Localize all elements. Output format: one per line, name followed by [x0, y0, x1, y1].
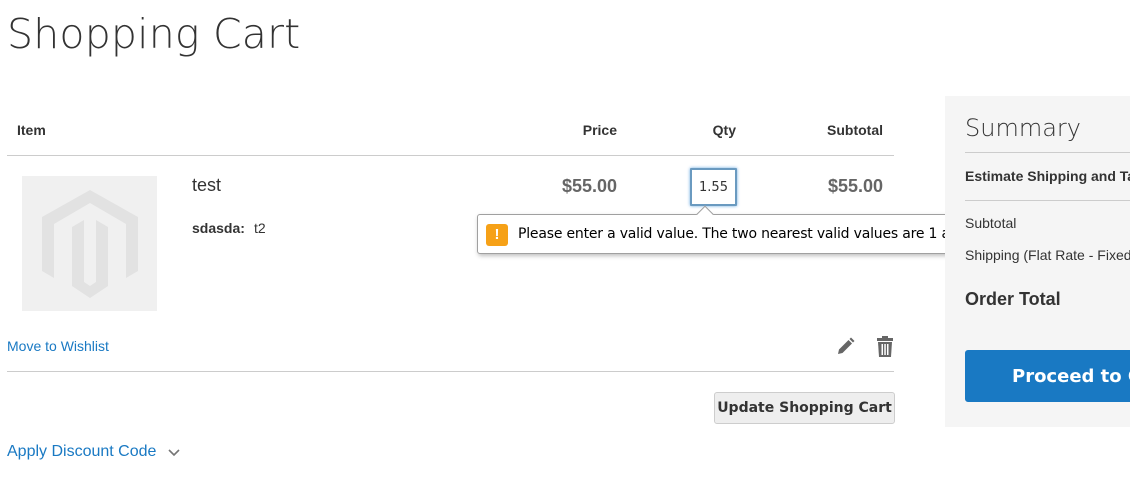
row-divider — [7, 371, 894, 372]
proceed-to-checkout-button[interactable]: Proceed to Ch — [965, 350, 1130, 402]
product-name-link[interactable]: test — [192, 175, 221, 196]
item-price: $55.00 — [561, 176, 617, 196]
header-divider — [7, 155, 894, 156]
magento-logo-icon — [41, 189, 138, 298]
order-summary: Summary Estimate Shipping and Ta Subtota… — [945, 96, 1130, 427]
summary-divider — [965, 152, 1130, 153]
product-option-value: t2 — [254, 220, 266, 236]
column-header-price: Price — [582, 122, 617, 138]
page-title: Shopping Cart — [7, 10, 301, 58]
product-option-label: sdasda: — [192, 220, 245, 236]
pencil-icon[interactable] — [835, 337, 855, 357]
summary-shipping-label: Shipping (Flat Rate - Fixed — [965, 247, 1130, 263]
trash-icon[interactable] — [876, 336, 894, 358]
summary-divider — [965, 200, 1130, 201]
move-to-wishlist-link[interactable]: Move to Wishlist — [7, 338, 109, 354]
order-total-label: Order Total — [965, 289, 1061, 309]
warning-icon: ! — [486, 224, 508, 246]
apply-discount-toggle[interactable]: Apply Discount Code — [7, 443, 180, 461]
chevron-down-icon — [168, 449, 180, 457]
qty-input[interactable] — [690, 168, 737, 206]
summary-subtotal-label: Subtotal — [965, 215, 1017, 231]
product-thumbnail[interactable] — [22, 176, 157, 311]
column-header-subtotal: Subtotal — [827, 122, 883, 138]
validation-tooltip: ! Please enter a valid value. The two ne… — [477, 205, 985, 254]
estimate-shipping-toggle[interactable]: Estimate Shipping and Ta — [965, 168, 1130, 184]
update-cart-button[interactable]: Update Shopping Cart — [714, 392, 895, 424]
column-header-item: Item — [17, 122, 46, 138]
validation-message: Please enter a valid value. The two near… — [518, 226, 985, 242]
tooltip-arrow — [696, 205, 714, 223]
column-header-qty: Qty — [712, 122, 736, 138]
summary-title: Summary — [965, 114, 1081, 142]
item-subtotal: $55.00 — [827, 176, 883, 196]
discount-label: Apply Discount Code — [7, 443, 157, 460]
